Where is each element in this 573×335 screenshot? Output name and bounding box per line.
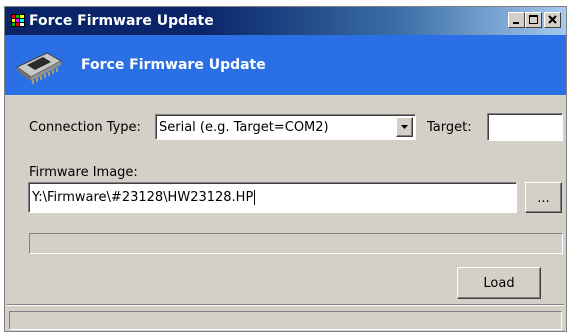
- maximize-icon: [529, 15, 538, 24]
- target-input[interactable]: [487, 113, 563, 141]
- load-button[interactable]: Load: [457, 267, 541, 299]
- connection-type-select[interactable]: Serial (e.g. Target=COM2): [155, 114, 416, 140]
- firmware-image-label: Firmware Image:: [29, 165, 138, 180]
- window-title: Force Firmware Update: [29, 13, 214, 29]
- title-bar[interactable]: Force Firmware Update: [5, 7, 566, 35]
- status-bar: [9, 311, 562, 330]
- firmware-path-value: Y:\Firmware\#23128\HW23128.HP: [32, 190, 254, 205]
- connection-type-label: Connection Type:: [29, 120, 141, 135]
- load-button-label: Load: [483, 276, 515, 291]
- close-icon: [548, 15, 557, 24]
- minimize-icon: [513, 22, 519, 24]
- memory-chip-icon: [16, 52, 63, 84]
- header-banner: Force Firmware Update: [5, 35, 566, 95]
- firmware-update-window: Force Firmware Update Force Firmware Upd…: [4, 6, 567, 332]
- maximize-button[interactable]: [525, 12, 542, 28]
- progress-bar: [29, 233, 563, 254]
- browse-button[interactable]: ...: [525, 182, 562, 213]
- text-caret: [254, 190, 256, 205]
- close-button[interactable]: [544, 12, 561, 28]
- browse-button-label: ...: [537, 191, 550, 206]
- status-separator: [7, 304, 564, 306]
- app-icon: [11, 14, 25, 27]
- banner-title: Force Firmware Update: [81, 57, 266, 73]
- minimize-button[interactable]: [508, 12, 525, 28]
- chevron-down-icon: [401, 125, 408, 129]
- firmware-path-text: Y:\Firmware\#23128\HW23128.HP: [32, 190, 256, 206]
- dropdown-button[interactable]: [396, 117, 413, 137]
- firmware-path-input[interactable]: Y:\Firmware\#23128\HW23128.HP: [28, 182, 517, 213]
- target-label: Target:: [427, 120, 472, 135]
- connection-type-value: Serial (e.g. Target=COM2): [159, 120, 329, 135]
